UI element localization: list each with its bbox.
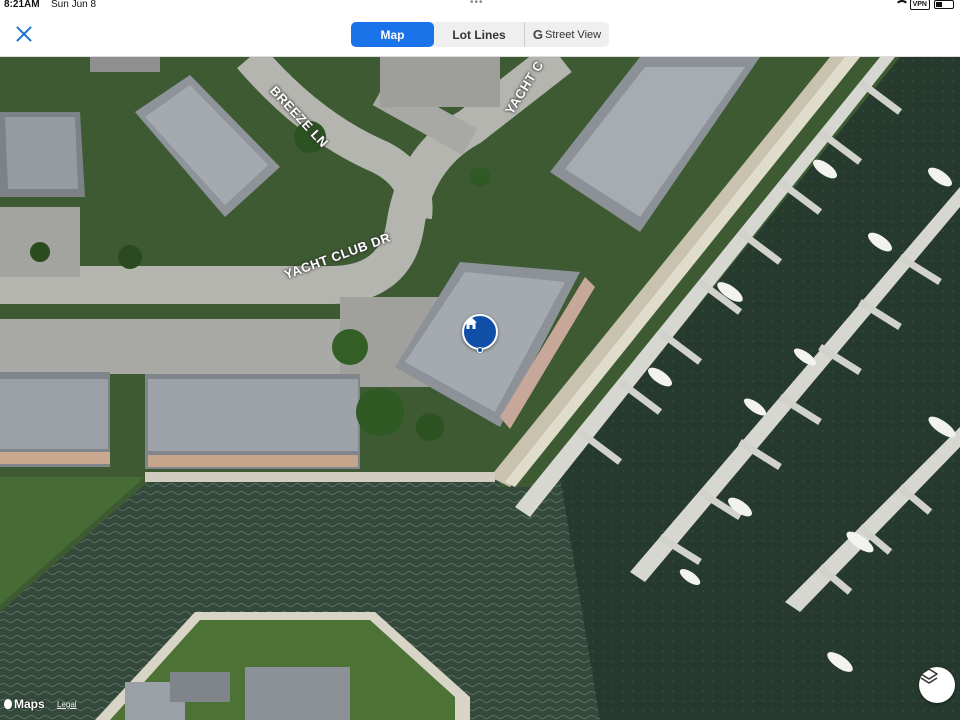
top-bar: Map Lot Lines G Street View [0,12,960,57]
map-imagery [0,57,960,720]
view-mode-switcher: Map Lot Lines G Street View [351,22,609,47]
apple-maps-attribution: Maps [4,697,45,711]
status-time: 8:21AM [4,0,40,10]
property-pin[interactable] [462,314,498,354]
tab-street-view-label: Street View [545,28,602,41]
maps-label: Maps [14,697,45,711]
layers-icon [920,668,938,684]
satellite-map[interactable]: BREEZE LN YACHT C YACHT CLUB DR Maps Leg… [0,57,960,720]
pin-tail [477,347,483,353]
status-icons: VPN [894,0,954,10]
google-g-icon: G [532,27,544,42]
status-bar: 8:21AM Sun Jun 8 ••• VPN [0,0,960,12]
pin-circle [462,314,498,350]
close-button[interactable] [12,22,36,46]
battery-icon [934,0,954,9]
tab-street-view[interactable]: G Street View [524,22,609,47]
tab-map[interactable]: Map [351,22,434,47]
vpn-badge: VPN [909,0,930,10]
home-icon [465,317,477,329]
tab-lot-lines[interactable]: Lot Lines [434,22,524,47]
apple-logo-icon [4,699,12,709]
wifi-icon [894,0,909,9]
map-layers-button[interactable] [919,667,955,703]
legal-link[interactable]: Legal [57,700,77,709]
status-date: Sun Jun 8 [51,0,97,10]
multitasking-dots[interactable]: ••• [470,0,484,8]
